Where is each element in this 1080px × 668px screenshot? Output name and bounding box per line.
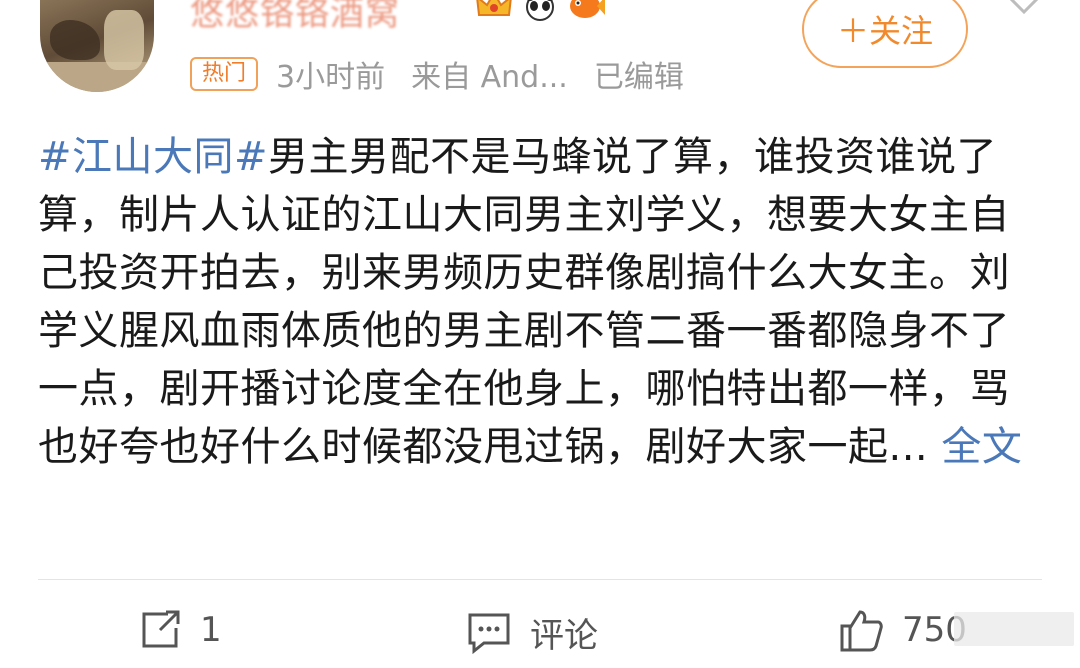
- avatar[interactable]: [40, 0, 154, 92]
- edited-label[interactable]: 已编辑: [594, 52, 684, 96]
- repost-icon: [138, 608, 182, 652]
- post-body: 男主男配不是马蜂说了算，谁投资谁说了算，制片人认证的江山大同男主刘学义，想要大女…: [38, 134, 1010, 470]
- expand-full-text-link[interactable]: 全文: [941, 424, 1022, 470]
- post-source: 来自 And...: [411, 60, 568, 95]
- avatar-scene: [104, 10, 144, 70]
- post-time: 3小时前: [276, 60, 386, 95]
- post-meta: 热门 3小时前 来自 And... 已编辑: [190, 52, 684, 96]
- repost-button[interactable]: 1: [138, 608, 222, 652]
- chevron-down-icon[interactable]: [1004, 0, 1044, 26]
- repost-count: 1: [200, 610, 222, 650]
- thumbs-up-icon: [838, 608, 884, 652]
- hashtag-link[interactable]: #江山大同#: [38, 134, 268, 180]
- action-bar: 1 评论 750: [0, 608, 1080, 668]
- hot-tag: 热门: [190, 57, 259, 91]
- user-badges: [474, 0, 606, 22]
- crown-badge-icon: [474, 0, 514, 22]
- follow-button[interactable]: ＋关注: [802, 0, 968, 68]
- divider: [38, 579, 1042, 580]
- username[interactable]: 悠悠铬铬酒窝: [190, 0, 400, 35]
- watermark-overlay: [954, 612, 1074, 646]
- post-text: #江山大同#男主男配不是马蜂说了算，谁投资谁说了算，制片人认证的江山大同男主刘学…: [38, 128, 1048, 476]
- fish-badge-icon: [566, 0, 606, 22]
- like-button[interactable]: 750: [838, 608, 967, 652]
- comment-icon: [466, 611, 512, 655]
- avatar-scene: [50, 20, 100, 60]
- panda-badge-icon: [520, 0, 560, 22]
